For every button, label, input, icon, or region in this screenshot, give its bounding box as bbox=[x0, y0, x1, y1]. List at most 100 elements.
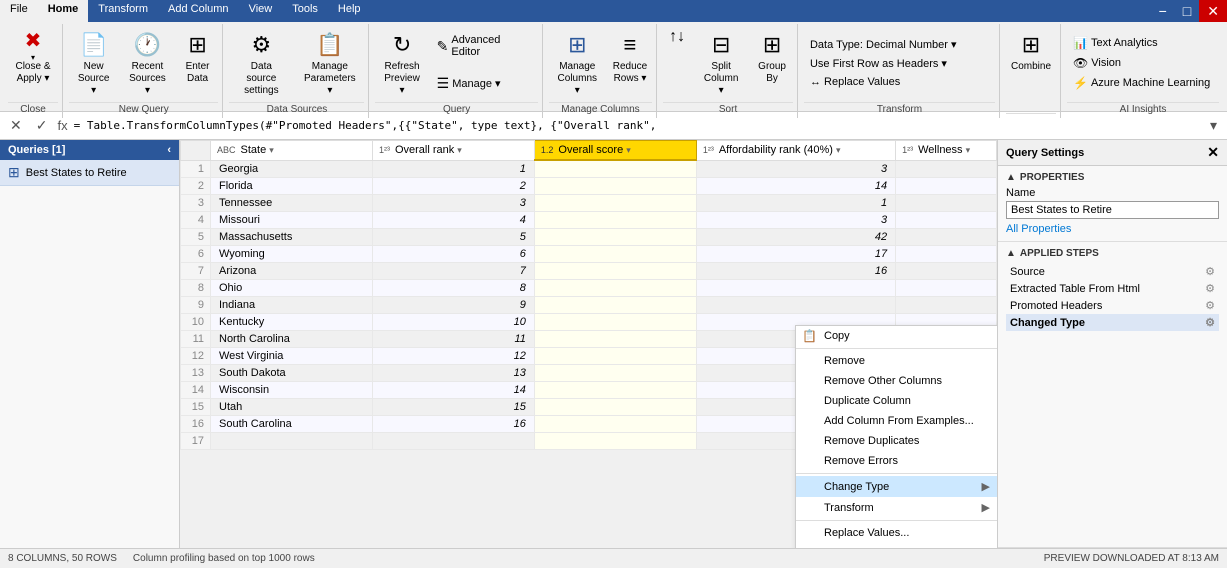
cell-state: Georgia bbox=[211, 160, 373, 177]
col-filter-rank[interactable]: ▾ bbox=[457, 145, 462, 156]
copy-icon: 📋 bbox=[802, 329, 817, 343]
text-analytics-button[interactable]: 📊 Text Analytics bbox=[1067, 34, 1164, 52]
combine-button[interactable]: ⊞ Combine bbox=[1006, 26, 1056, 76]
ctx-add-from-examples[interactable]: Add Column From Examples... bbox=[796, 411, 997, 431]
col-filter-score[interactable]: ▾ bbox=[626, 145, 631, 156]
col-header-overall-score[interactable]: 1.2 Overall score ▾ bbox=[534, 141, 696, 161]
tab-transform[interactable]: Transform bbox=[88, 0, 158, 22]
advanced-editor-button[interactable]: ✎ Advanced Editor bbox=[431, 32, 538, 60]
recent-sources-button[interactable]: 🕐 RecentSources ▾ bbox=[120, 26, 174, 100]
manage-parameters-button[interactable]: 📋 ManageParameters ▾ bbox=[295, 26, 364, 100]
ctx-remove-errors-label: Remove Errors bbox=[824, 455, 898, 467]
sidebar-item-best-states[interactable]: ⊞ Best States to Retire bbox=[0, 160, 179, 186]
qs-step-source-gear[interactable]: ⚙ bbox=[1205, 265, 1215, 278]
ctx-remove-other[interactable]: Remove Other Columns bbox=[796, 371, 997, 391]
split-column-button[interactable]: ⊟ SplitColumn ▾ bbox=[695, 26, 747, 100]
cell-rank: 5 bbox=[372, 228, 534, 245]
ctx-copy[interactable]: 📋 Copy bbox=[796, 326, 997, 346]
close-group-label: Close bbox=[8, 102, 58, 116]
cell-row-num: 13 bbox=[181, 364, 211, 381]
qs-all-properties-link[interactable]: All Properties bbox=[1006, 223, 1071, 235]
ctx-replace-errors[interactable]: Replace Errors... bbox=[796, 543, 997, 548]
qs-step-promoted[interactable]: Promoted Headers ⚙ bbox=[1006, 297, 1219, 314]
ctx-change-type-arrow: ▶ bbox=[982, 480, 990, 493]
ribbon-group-close: ✖ ▾ Close &Apply ▾ Close bbox=[4, 24, 63, 118]
col-header-state[interactable]: ABC State ▾ bbox=[211, 141, 373, 161]
ctx-replace-values[interactable]: Replace Values... bbox=[796, 523, 997, 543]
qs-step-promoted-gear[interactable]: ⚙ bbox=[1205, 299, 1215, 312]
qs-step-source[interactable]: Source ⚙ bbox=[1006, 263, 1219, 280]
sort-asc-button[interactable]: ↑↓ bbox=[663, 26, 691, 48]
reduce-rows-button[interactable]: ≡ ReduceRows ▾ bbox=[608, 26, 652, 88]
close-apply-button[interactable]: ✖ ▾ Close &Apply ▾ bbox=[8, 26, 58, 88]
col-filter-wellness[interactable]: ▾ bbox=[966, 145, 971, 156]
col-header-overall-rank[interactable]: 1²³ Overall rank ▾ bbox=[372, 141, 534, 161]
col-type-score-icon: 1.2 bbox=[541, 145, 554, 155]
col-filter-state[interactable]: ▾ bbox=[269, 145, 274, 156]
cell-rank: 6 bbox=[372, 245, 534, 262]
group-by-button[interactable]: ⊞ GroupBy bbox=[751, 26, 793, 88]
formula-cancel-button[interactable]: ✕ bbox=[6, 117, 26, 134]
table-row: 4 Missouri 4 3 bbox=[181, 211, 997, 228]
col-filter-afford[interactable]: ▾ bbox=[836, 145, 841, 156]
col-header-wellness[interactable]: 1²³ Wellness ▾ bbox=[896, 141, 997, 161]
ctx-remove-duplicates[interactable]: Remove Duplicates bbox=[796, 431, 997, 451]
replace-values-ribbon-button[interactable]: ↔ Replace Values bbox=[804, 74, 906, 90]
manage-columns-button[interactable]: ⊞ ManageColumns ▾ bbox=[549, 26, 606, 100]
cell-score bbox=[534, 381, 696, 398]
tab-home[interactable]: Home bbox=[38, 0, 89, 22]
qs-step-extracted[interactable]: Extracted Table From Html ⚙ bbox=[1006, 280, 1219, 297]
ctx-transform[interactable]: Transform ▶ bbox=[796, 497, 997, 518]
refresh-preview-label: RefreshPreview ▾ bbox=[380, 61, 423, 97]
enter-data-button[interactable]: ⊞ EnterData bbox=[177, 26, 219, 88]
qs-step-changed-type-gear[interactable]: ⚙ bbox=[1205, 316, 1215, 329]
azure-ml-button[interactable]: ⚡ Azure Machine Learning bbox=[1067, 74, 1216, 92]
cell-afford bbox=[696, 279, 895, 296]
refresh-preview-button[interactable]: ↻ RefreshPreview ▾ bbox=[375, 26, 428, 100]
data-source-settings-button[interactable]: ⚙ Data sourcesettings bbox=[229, 26, 293, 100]
qs-step-changed-type[interactable]: Changed Type ⚙ bbox=[1006, 314, 1219, 331]
cell-score bbox=[534, 160, 696, 177]
manage-parameters-label: ManageParameters ▾ bbox=[300, 61, 359, 97]
recent-sources-label: RecentSources ▾ bbox=[125, 61, 169, 97]
tab-file[interactable]: File bbox=[0, 0, 38, 22]
tab-view[interactable]: View bbox=[239, 0, 283, 22]
formula-accept-button[interactable]: ✓ bbox=[32, 117, 52, 134]
cell-rank: 12 bbox=[372, 347, 534, 364]
cell-score bbox=[534, 228, 696, 245]
tab-tools[interactable]: Tools bbox=[282, 0, 328, 22]
minimize-btn[interactable]: − bbox=[1151, 0, 1175, 22]
ctx-duplicate[interactable]: Duplicate Column bbox=[796, 391, 997, 411]
use-first-row-button[interactable]: Use First Row as Headers ▾ bbox=[804, 55, 953, 72]
qs-step-source-label: Source bbox=[1010, 266, 1045, 278]
qs-name-input[interactable] bbox=[1006, 201, 1219, 219]
tab-help[interactable]: Help bbox=[328, 0, 371, 22]
ribbon-group-query: ↻ RefreshPreview ▾ ✎ Advanced Editor ☰ M… bbox=[371, 24, 542, 118]
ctx-replace-errors-label: Replace Errors... bbox=[824, 547, 907, 548]
manage-button[interactable]: ☰ Manage ▾ bbox=[431, 73, 538, 94]
col-header-affordability[interactable]: 1²³ Affordability rank (40%) ▾ bbox=[696, 141, 895, 161]
ctx-remove-errors[interactable]: Remove Errors bbox=[796, 451, 997, 471]
cell-score bbox=[534, 194, 696, 211]
formula-expand-button[interactable]: ▾ bbox=[1206, 117, 1221, 134]
maximize-btn[interactable]: □ bbox=[1175, 0, 1199, 22]
manage-icon: ☰ bbox=[437, 75, 450, 92]
tab-add-column[interactable]: Add Column bbox=[158, 0, 239, 22]
cell-rank: 8 bbox=[372, 279, 534, 296]
cell-wellness bbox=[896, 160, 997, 177]
sidebar-collapse-button[interactable]: ‹ bbox=[167, 144, 171, 156]
table-row: 6 Wyoming 6 17 bbox=[181, 245, 997, 262]
formula-fx-icon: fx bbox=[57, 118, 67, 133]
vision-button[interactable]: 👁 Vision bbox=[1067, 54, 1127, 72]
ctx-remove[interactable]: Remove bbox=[796, 351, 997, 371]
new-source-button[interactable]: 📄 NewSource ▾ bbox=[69, 26, 118, 100]
cell-row-num: 4 bbox=[181, 211, 211, 228]
ctx-change-type[interactable]: Change Type ▶ ✓ Decimal Number Fixed dec… bbox=[796, 476, 997, 497]
cell-afford: 3 bbox=[696, 211, 895, 228]
qs-step-extracted-gear[interactable]: ⚙ bbox=[1205, 282, 1215, 295]
formula-bar-input[interactable] bbox=[74, 119, 1200, 132]
table-row: 8 Ohio 8 bbox=[181, 279, 997, 296]
data-type-button[interactable]: Data Type: Decimal Number ▾ bbox=[804, 36, 963, 53]
close-btn[interactable]: ✕ bbox=[1199, 0, 1227, 22]
query-settings-close-button[interactable]: ✕ bbox=[1207, 144, 1219, 161]
